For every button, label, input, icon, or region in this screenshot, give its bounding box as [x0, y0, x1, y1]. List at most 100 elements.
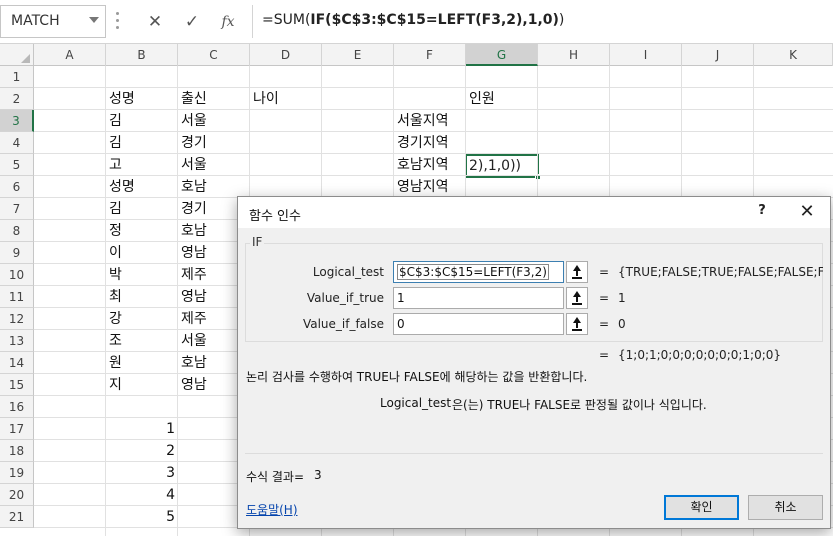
region-cell[interactable]: 호남지역 — [394, 154, 466, 176]
name-cell[interactable]: 성명 — [106, 176, 178, 198]
name-cell[interactable]: 고 — [106, 154, 178, 176]
number-cell[interactable]: 4 — [106, 484, 178, 506]
row-header-16[interactable]: 16 — [0, 396, 34, 418]
function-result-equals: = — [599, 348, 610, 362]
row-header-4[interactable]: 4 — [0, 132, 34, 154]
select-all-button[interactable] — [0, 44, 34, 66]
close-icon: ✕ — [799, 201, 815, 222]
name-box[interactable]: MATCH — [0, 5, 106, 38]
column-header-e[interactable]: E — [322, 44, 394, 66]
row-header-2[interactable]: 2 — [0, 88, 34, 110]
help-button[interactable]: ? — [752, 203, 772, 223]
name-cell[interactable]: 원 — [106, 352, 178, 374]
column-header-c[interactable]: C — [178, 44, 250, 66]
collapse-dialog-icon[interactable] — [566, 261, 588, 283]
name-cell[interactable]: 지 — [106, 374, 178, 396]
collapse-dialog-icon[interactable] — [566, 287, 588, 309]
name-cell[interactable]: 이 — [106, 242, 178, 264]
row-header-8[interactable]: 8 — [0, 220, 34, 242]
row-header-21[interactable]: 21 — [0, 506, 34, 528]
column-header-j[interactable]: J — [682, 44, 754, 66]
row-header-3[interactable]: 3 — [0, 110, 34, 132]
name-cell[interactable]: 김 — [106, 132, 178, 154]
enter-formula-button[interactable]: ✓ — [178, 8, 206, 36]
row-header-17[interactable]: 17 — [0, 418, 34, 440]
function-arguments-dialog: 함수 인수 ? ✕ IF Logical_test $C$3:$C$15=LEFT… — [237, 196, 831, 529]
name-cell[interactable]: 김 — [106, 198, 178, 220]
row-header-11[interactable]: 11 — [0, 286, 34, 308]
cancel-formula-button[interactable]: ✕ — [141, 8, 169, 36]
column-header-g[interactable]: G — [466, 44, 538, 66]
column-header-b[interactable]: B — [106, 44, 178, 66]
row-header-13[interactable]: 13 — [0, 330, 34, 352]
row-header-6[interactable]: 6 — [0, 176, 34, 198]
argument-label: Logical_test — [312, 265, 384, 279]
column-headers: ABCDEFGHIJK — [0, 44, 833, 66]
name-cell[interactable]: 최 — [106, 286, 178, 308]
number-cell[interactable]: 1 — [106, 418, 178, 440]
row-header-18[interactable]: 18 — [0, 440, 34, 462]
formula-input[interactable]: =SUM(IF($C$3:$C$15=LEFT(F3,2),1,0)) — [252, 5, 833, 38]
name-cell[interactable]: 정 — [106, 220, 178, 242]
origin-cell[interactable]: 경기 — [178, 132, 250, 154]
help-link[interactable]: 도움말(H) — [246, 501, 298, 518]
header-cell-origin[interactable]: 출신 — [178, 88, 250, 110]
header-cell-age[interactable]: 나이 — [250, 88, 322, 110]
origin-cell[interactable]: 호남 — [178, 176, 250, 198]
collapse-dialog-icon[interactable] — [566, 313, 588, 335]
insert-function-button[interactable]: fx — [214, 8, 242, 36]
name-cell[interactable]: 박 — [106, 264, 178, 286]
row-header-20[interactable]: 20 — [0, 484, 34, 506]
column-header-k[interactable]: K — [754, 44, 833, 66]
row-header-1[interactable]: 1 — [0, 66, 34, 88]
row-header-5[interactable]: 5 — [0, 154, 34, 176]
row-header-12[interactable]: 12 — [0, 308, 34, 330]
row-header-9[interactable]: 9 — [0, 242, 34, 264]
chevron-down-icon[interactable] — [89, 17, 99, 23]
formula-suffix: ) — [558, 12, 565, 28]
argument-equals: = — [599, 317, 610, 331]
row-header-15[interactable]: 15 — [0, 374, 34, 396]
row-header-10[interactable]: 10 — [0, 264, 34, 286]
name-cell[interactable]: 강 — [106, 308, 178, 330]
argument-input[interactable]: 1 — [393, 287, 564, 309]
column-header-a[interactable]: A — [34, 44, 106, 66]
column-header-d[interactable]: D — [250, 44, 322, 66]
name-box-value: MATCH — [11, 13, 60, 29]
number-cell[interactable]: 5 — [106, 506, 178, 528]
header-cell-count[interactable]: 인원 — [466, 88, 538, 110]
origin-cell[interactable]: 서울 — [178, 154, 250, 176]
argument-description: 은(는) TRUE나 FALSE로 판정될 값이나 식입니다. — [452, 398, 707, 412]
name-cell[interactable]: 김 — [106, 110, 178, 132]
function-result: {1;0;1;0;0;0;0;0;0;0;1;0;0} — [618, 348, 782, 362]
column-header-f[interactable]: F — [394, 44, 466, 66]
number-cell[interactable]: 3 — [106, 462, 178, 484]
function-name: IF — [250, 235, 265, 249]
column-header-i[interactable]: I — [610, 44, 682, 66]
region-cell[interactable]: 영남지역 — [394, 176, 466, 198]
argument-value: 1 — [397, 291, 405, 305]
number-cell[interactable]: 2 — [106, 440, 178, 462]
argument-input[interactable]: $C$3:$C$15=LEFT(F3,2) — [393, 261, 564, 283]
argument-equals: = — [599, 265, 610, 279]
column-header-h[interactable]: H — [538, 44, 610, 66]
close-button[interactable]: ✕ — [794, 200, 820, 224]
region-cell[interactable]: 경기지역 — [394, 132, 466, 154]
argument-input[interactable]: 0 — [393, 313, 564, 335]
function-description: 논리 검사를 수행하여 TRUE나 FALSE에 해당하는 값을 반환합니다. — [246, 370, 588, 384]
ok-button[interactable]: 확인 — [664, 495, 739, 520]
argument-value: $C$3:$C$15=LEFT(F3,2) — [397, 264, 549, 280]
argument-label: Value_if_false — [302, 317, 384, 331]
active-cell-text[interactable]: 2),1,0)) — [467, 155, 521, 177]
name-cell[interactable]: 조 — [106, 330, 178, 352]
cancel-button[interactable]: 취소 — [748, 495, 823, 520]
row-header-19[interactable]: 19 — [0, 462, 34, 484]
row-header-7[interactable]: 7 — [0, 198, 34, 220]
origin-cell[interactable]: 서울 — [178, 110, 250, 132]
region-cell[interactable]: 서울지역 — [394, 110, 466, 132]
dialog-title-bar[interactable]: 함수 인수 ? ✕ — [238, 197, 830, 228]
header-cell-name[interactable]: 성명 — [106, 88, 178, 110]
formula-bar: MATCH ✕ ✓ fx =SUM(IF($C$3:$C$15=LEFT(F3,… — [0, 0, 833, 44]
row-header-14[interactable]: 14 — [0, 352, 34, 374]
drag-handle-icon[interactable] — [116, 12, 120, 32]
